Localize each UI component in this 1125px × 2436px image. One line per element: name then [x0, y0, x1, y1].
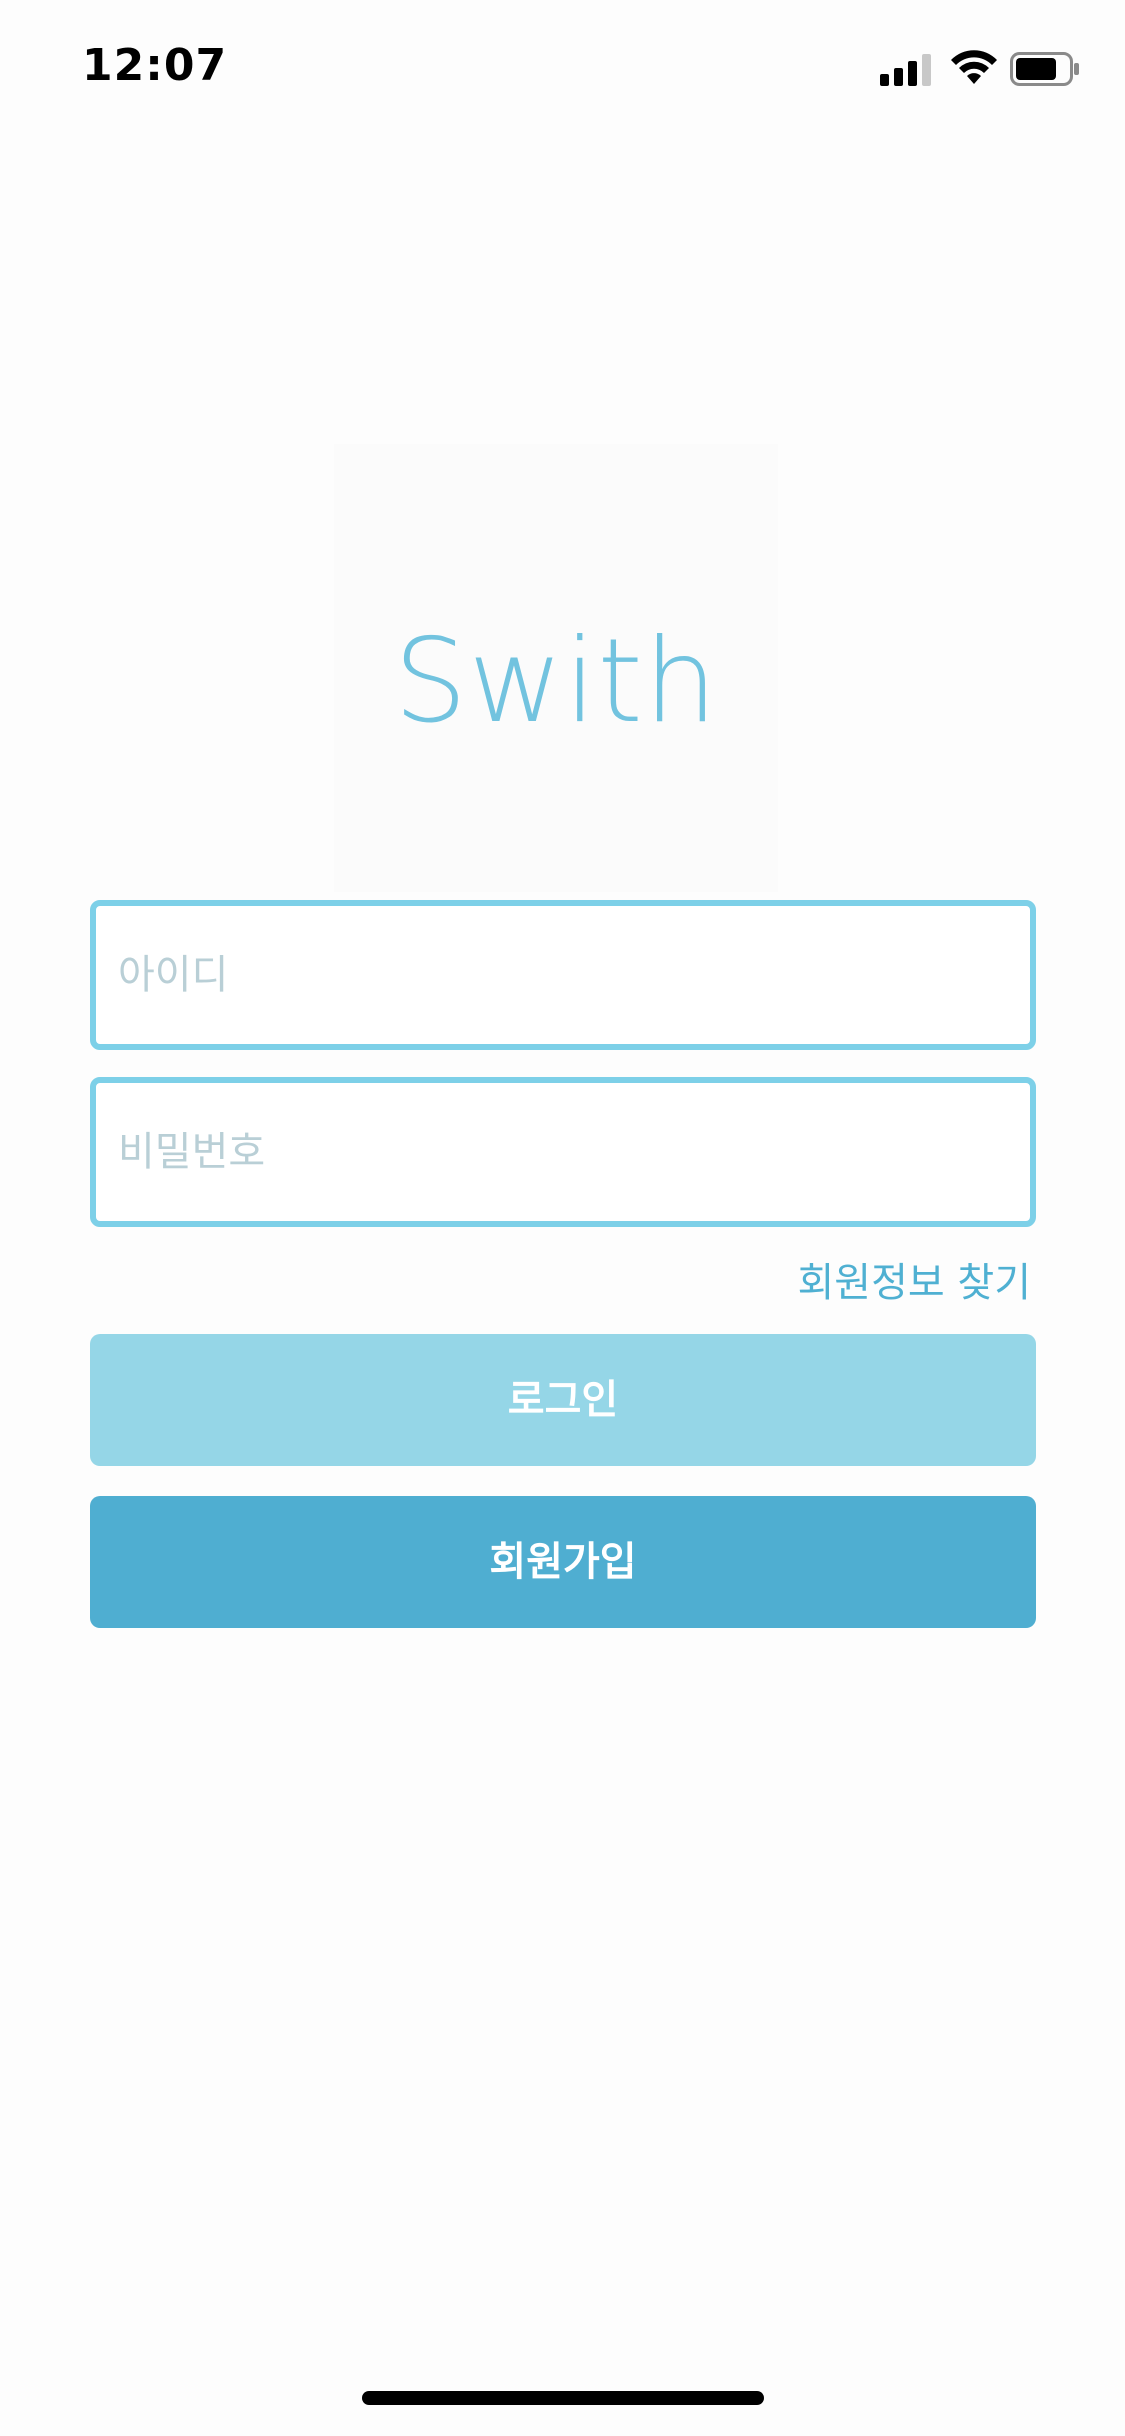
- id-field[interactable]: [90, 900, 1036, 1050]
- status-time: 12:07: [82, 40, 228, 91]
- home-indicator[interactable]: [362, 2391, 764, 2405]
- password-field[interactable]: [90, 1077, 1036, 1227]
- login-button[interactable]: 로그인: [90, 1334, 1036, 1466]
- find-account-link[interactable]: 회원정보 찾기: [797, 1250, 1031, 1308]
- wifi-icon: [951, 50, 997, 84]
- logo-panel: Swith: [334, 444, 778, 892]
- status-bar: 12:07: [0, 0, 1125, 130]
- battery-icon: [1010, 52, 1079, 86]
- password-input[interactable]: [96, 1083, 1030, 1221]
- id-input[interactable]: [96, 906, 1030, 1044]
- cellular-signal-icon: [880, 54, 931, 86]
- app-logo: Swith: [393, 614, 719, 749]
- signup-button[interactable]: 회원가입: [90, 1496, 1036, 1628]
